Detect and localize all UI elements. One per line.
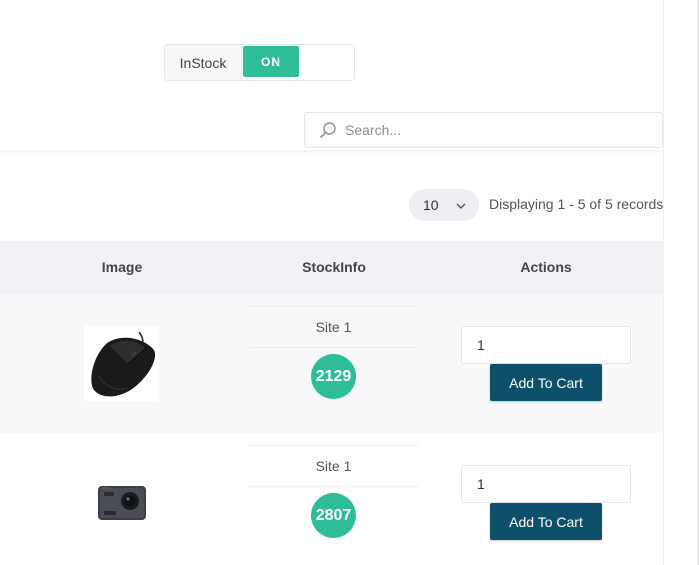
stock-site-label: Site 1 [249,445,418,487]
records-count: Displaying 1 - 5 of 5 records [489,196,664,212]
page-size-select[interactable]: 10 [409,189,479,221]
search-input[interactable] [345,122,645,138]
add-to-cart-button[interactable]: Add To Cart [490,364,602,401]
product-stock-page: InStock ON 10 Displaying 1 - 5 of 5 reco… [0,0,699,565]
quantity-input[interactable] [461,465,631,503]
action-camera-icon [98,486,146,520]
search-icon [320,122,336,138]
product-image-camera[interactable] [84,465,159,540]
table-row: Site 1 2129 Add To Cart [0,294,663,433]
stock-site-label: Site 1 [249,306,418,348]
column-header-image[interactable]: Image [72,259,172,275]
add-to-cart-button[interactable]: Add To Cart [490,503,602,540]
computer-mouse-icon [91,331,156,397]
search-box[interactable] [304,112,663,148]
quantity-input[interactable] [461,326,631,364]
page-size-value: 10 [423,197,439,213]
page-right-margin [663,0,699,565]
chevron-down-icon [456,203,466,209]
filter-card: InStock ON [0,0,663,150]
instock-filter[interactable]: InStock ON [164,44,355,81]
table-row: Site 1 2807 Add To Cart [0,433,663,565]
table-header: Image StockInfo Actions [0,241,663,294]
stock-info: Site 1 2129 [249,306,418,399]
instock-toggle[interactable]: ON [243,46,299,77]
stock-count-badge: 2129 [311,354,356,399]
column-header-stockinfo[interactable]: StockInfo [284,259,384,275]
stock-count-badge: 2807 [311,493,356,538]
product-image-mouse[interactable] [84,326,159,401]
column-header-actions[interactable]: Actions [496,259,596,275]
instock-label: InStock [165,45,242,80]
stock-info: Site 1 2807 [249,445,418,538]
